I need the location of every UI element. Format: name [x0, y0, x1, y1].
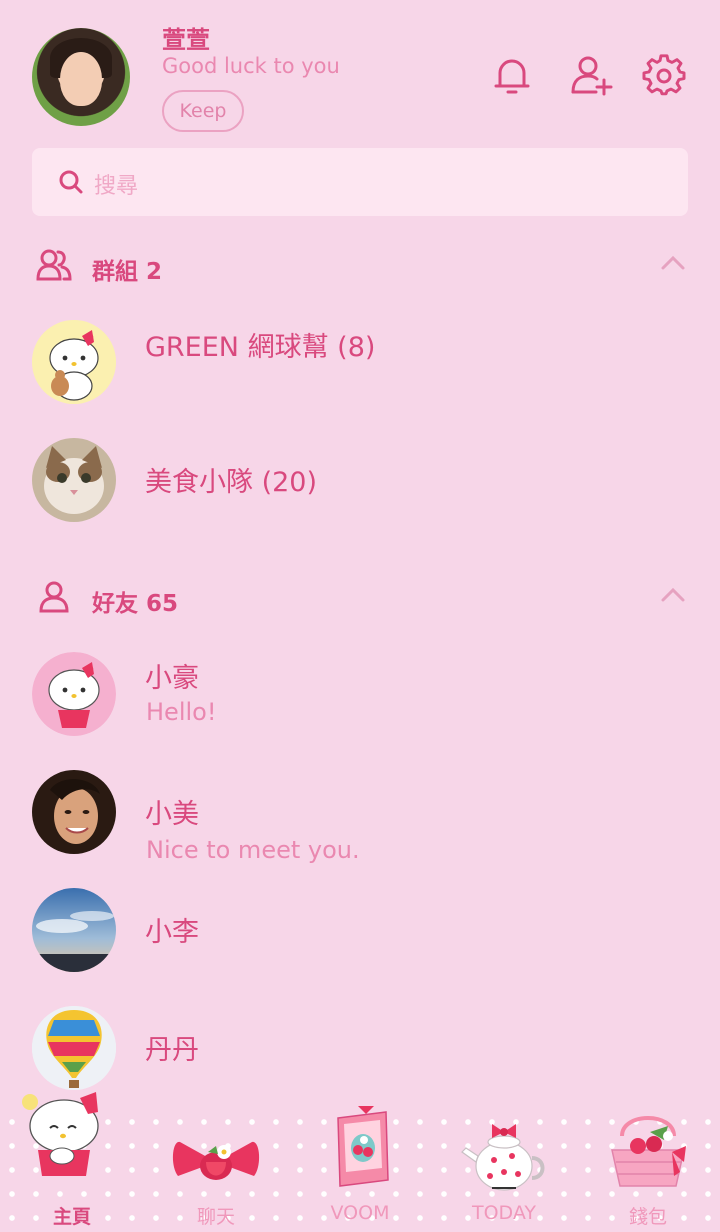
friend-name: 小李 [145, 917, 199, 948]
group-name: 美食小隊 (20) [145, 467, 318, 498]
cat-avatar [32, 438, 116, 522]
group-row-food[interactable]: 美食小隊 (20) [0, 438, 720, 548]
hello-kitty-avatar [32, 652, 116, 736]
friend-row[interactable]: 小美 Nice to meet you. [0, 770, 720, 880]
search-icon [59, 170, 83, 194]
group-name: GREEN 網球幫 (8) [145, 332, 376, 363]
group-icon [36, 249, 72, 281]
nav-label: 聊天 [196, 1206, 235, 1228]
search-input[interactable]: 搜尋 [32, 148, 688, 216]
nav-label: 錢包 [628, 1206, 667, 1228]
book-icon [337, 1106, 389, 1187]
nav-voom[interactable]: VOOM [288, 1106, 432, 1232]
friends-section-header[interactable]: 好友 65 [0, 568, 720, 628]
nav-home[interactable]: 主頁 [0, 1092, 144, 1232]
friend-name: 小豪 [145, 663, 199, 694]
friend-name: 丹丹 [145, 1035, 199, 1066]
profile-status-message[interactable]: Good luck to you [162, 54, 340, 78]
groups-title: 群組 2 [92, 259, 163, 285]
friend-status: Hello! [146, 698, 217, 726]
search-placeholder: 搜尋 [94, 174, 139, 199]
settings-gear-icon[interactable] [642, 54, 686, 98]
group-row-tennis[interactable]: GREEN 網球幫 (8) [0, 320, 720, 430]
nav-today[interactable]: TODAY [432, 1110, 576, 1232]
bell-icon[interactable] [490, 54, 534, 98]
friend-row[interactable]: 小李 [0, 888, 720, 998]
woman-photo-avatar [32, 770, 116, 854]
sky-photo-avatar [32, 888, 116, 972]
nav-label: TODAY [472, 1202, 536, 1224]
bottom-nav: 主頁 聊天 VOOM TODAY 錢包 [0, 1092, 720, 1232]
friend-name: 小美 [145, 799, 199, 830]
groups-section-header[interactable]: 群組 2 [0, 236, 720, 296]
keep-button[interactable]: Keep [162, 90, 244, 132]
strawberry-basket-icon [611, 1116, 686, 1187]
friend-icon [39, 581, 69, 613]
teapot-icon [461, 1124, 545, 1191]
hot-air-balloon-avatar [32, 1006, 116, 1090]
nav-label: 主頁 [52, 1206, 91, 1228]
friend-row[interactable]: 小豪 Hello! [0, 652, 720, 762]
chevron-up-icon[interactable] [660, 254, 686, 272]
hello-kitty-with-teddy-avatar [32, 320, 116, 404]
nav-label: VOOM [330, 1202, 390, 1224]
add-friend-icon[interactable] [570, 54, 614, 98]
profile-header: 萱萱 Good luck to you Keep [0, 0, 720, 140]
my-profile-avatar[interactable] [32, 28, 130, 126]
hello-kitty-home-icon [22, 1092, 99, 1176]
chevron-up-icon[interactable] [660, 586, 686, 604]
friends-title: 好友 65 [92, 591, 179, 617]
nav-wallet[interactable]: 錢包 [576, 1110, 720, 1232]
nav-chat[interactable]: 聊天 [144, 1110, 288, 1232]
bow-strawberry-icon [172, 1141, 260, 1180]
profile-name[interactable]: 萱萱 [162, 20, 210, 55]
friend-status: Nice to meet you. [146, 836, 360, 864]
